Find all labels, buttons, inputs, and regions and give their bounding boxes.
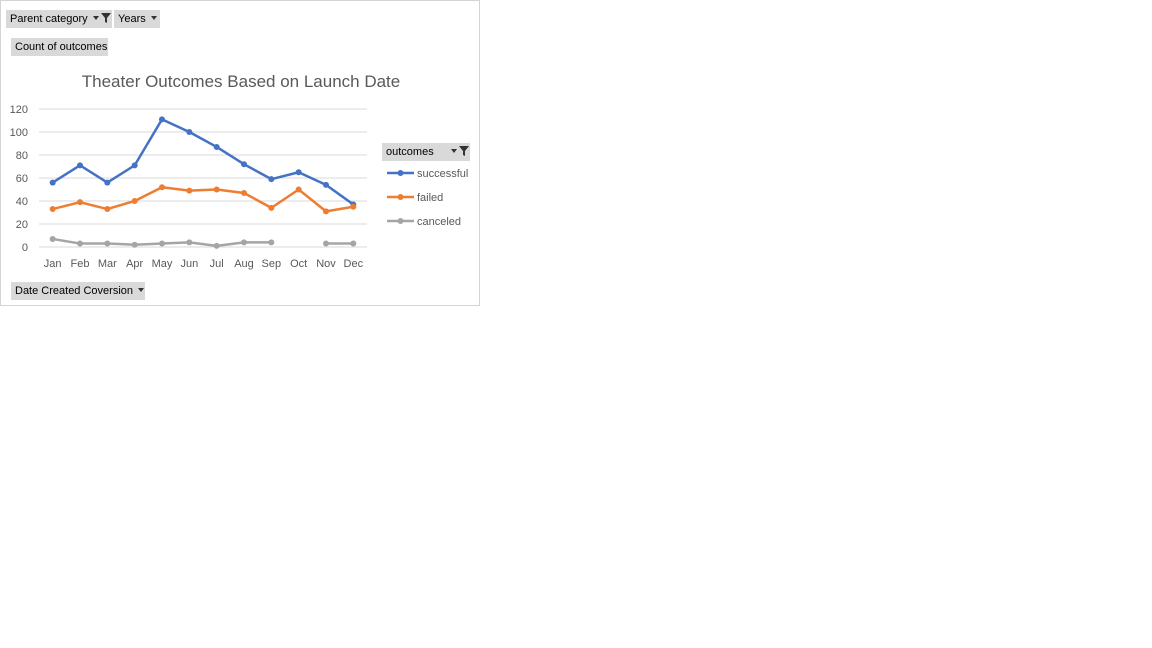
x-tick-label: Mar	[98, 258, 117, 270]
data-point-successful	[213, 143, 220, 150]
data-point-canceled	[77, 240, 83, 247]
y-tick-label: 80	[16, 150, 28, 162]
data-point-canceled	[268, 239, 275, 246]
chevron-down-icon	[450, 149, 457, 154]
x-tick-label: Nov	[316, 258, 336, 270]
chevron-down-icon	[92, 16, 99, 21]
x-tick-label: Apr	[126, 258, 143, 270]
data-point-canceled	[213, 242, 220, 249]
data-point-canceled	[131, 241, 138, 248]
data-point-successful	[49, 179, 56, 186]
data-point-successful	[268, 176, 275, 183]
data-point-failed	[131, 198, 138, 204]
axis-field-button[interactable]: Date Created Coversion	[11, 282, 145, 300]
data-point-canceled	[350, 240, 357, 247]
data-point-failed	[350, 203, 357, 210]
data-point-successful	[104, 179, 111, 186]
years-filter-button[interactable]: Years	[114, 10, 160, 28]
y-tick-label: 100	[10, 127, 28, 139]
legend-label-successful: successful	[417, 168, 468, 180]
x-tick-label: Dec	[344, 258, 364, 270]
legend-marker-failed	[397, 194, 404, 200]
y-tick-label: 0	[22, 242, 28, 254]
parent-category-filter-button[interactable]: Parent category	[6, 10, 112, 28]
series-line-failed	[51, 185, 355, 213]
x-tick-label: May	[152, 258, 173, 270]
data-point-canceled	[49, 235, 56, 242]
data-point-successful	[323, 181, 329, 188]
data-point-canceled	[323, 240, 329, 247]
filter-icon	[458, 146, 469, 157]
years-label: Years	[118, 13, 146, 25]
data-point-failed	[323, 208, 329, 215]
data-point-successful	[77, 162, 83, 169]
outcomes-legend-filter-button[interactable]: outcomes	[382, 143, 470, 161]
x-tick-label: Sep	[262, 258, 282, 270]
data-point-canceled	[186, 239, 193, 246]
axis-field-label: Date Created Coversion	[15, 285, 134, 297]
legend-marker-successful	[397, 170, 404, 176]
data-point-successful	[131, 162, 138, 169]
data-point-failed	[104, 206, 111, 213]
legend-label-failed: failed	[417, 192, 443, 204]
y-tick-label: 20	[16, 219, 28, 231]
chart-title: Theater Outcomes Based on Launch Date	[82, 72, 400, 91]
y-tick-label: 120	[10, 104, 28, 116]
values-field-label: Count of outcomes	[15, 41, 108, 53]
filter-icon	[100, 13, 111, 24]
chevron-down-icon	[138, 288, 145, 293]
data-point-canceled	[241, 239, 247, 246]
x-tick-label: Feb	[71, 258, 90, 270]
data-point-canceled	[159, 240, 165, 247]
data-point-successful	[159, 116, 165, 123]
data-point-successful	[186, 129, 193, 135]
parent-category-label: Parent category	[10, 13, 88, 25]
x-tick-label: Oct	[290, 258, 307, 270]
y-tick-label: 60	[16, 173, 28, 185]
data-point-successful	[241, 161, 247, 168]
legend-label-canceled: canceled	[417, 216, 461, 228]
data-point-failed	[268, 204, 275, 211]
data-point-failed	[49, 206, 56, 213]
outcomes-label: outcomes	[386, 146, 434, 158]
x-tick-label: Aug	[234, 258, 254, 270]
data-point-canceled	[104, 240, 111, 247]
data-point-failed	[241, 189, 247, 196]
data-point-successful	[295, 169, 302, 176]
x-tick-label: Jul	[210, 258, 224, 270]
data-point-failed	[213, 186, 220, 193]
chevron-down-icon	[150, 16, 157, 21]
values-field-button[interactable]: Count of outcomes	[11, 38, 108, 56]
data-point-failed	[295, 186, 302, 193]
data-point-failed	[77, 199, 83, 206]
pivot-chart-frame: Theater Outcomes Based on Launch Date 0 20…	[0, 0, 480, 306]
x-tick-label: Jun	[180, 258, 198, 270]
legend-marker-canceled	[397, 218, 404, 224]
data-point-failed	[159, 184, 165, 191]
x-tick-label: Jan	[44, 258, 62, 270]
data-point-failed	[186, 187, 193, 194]
y-tick-label: 40	[16, 196, 28, 208]
